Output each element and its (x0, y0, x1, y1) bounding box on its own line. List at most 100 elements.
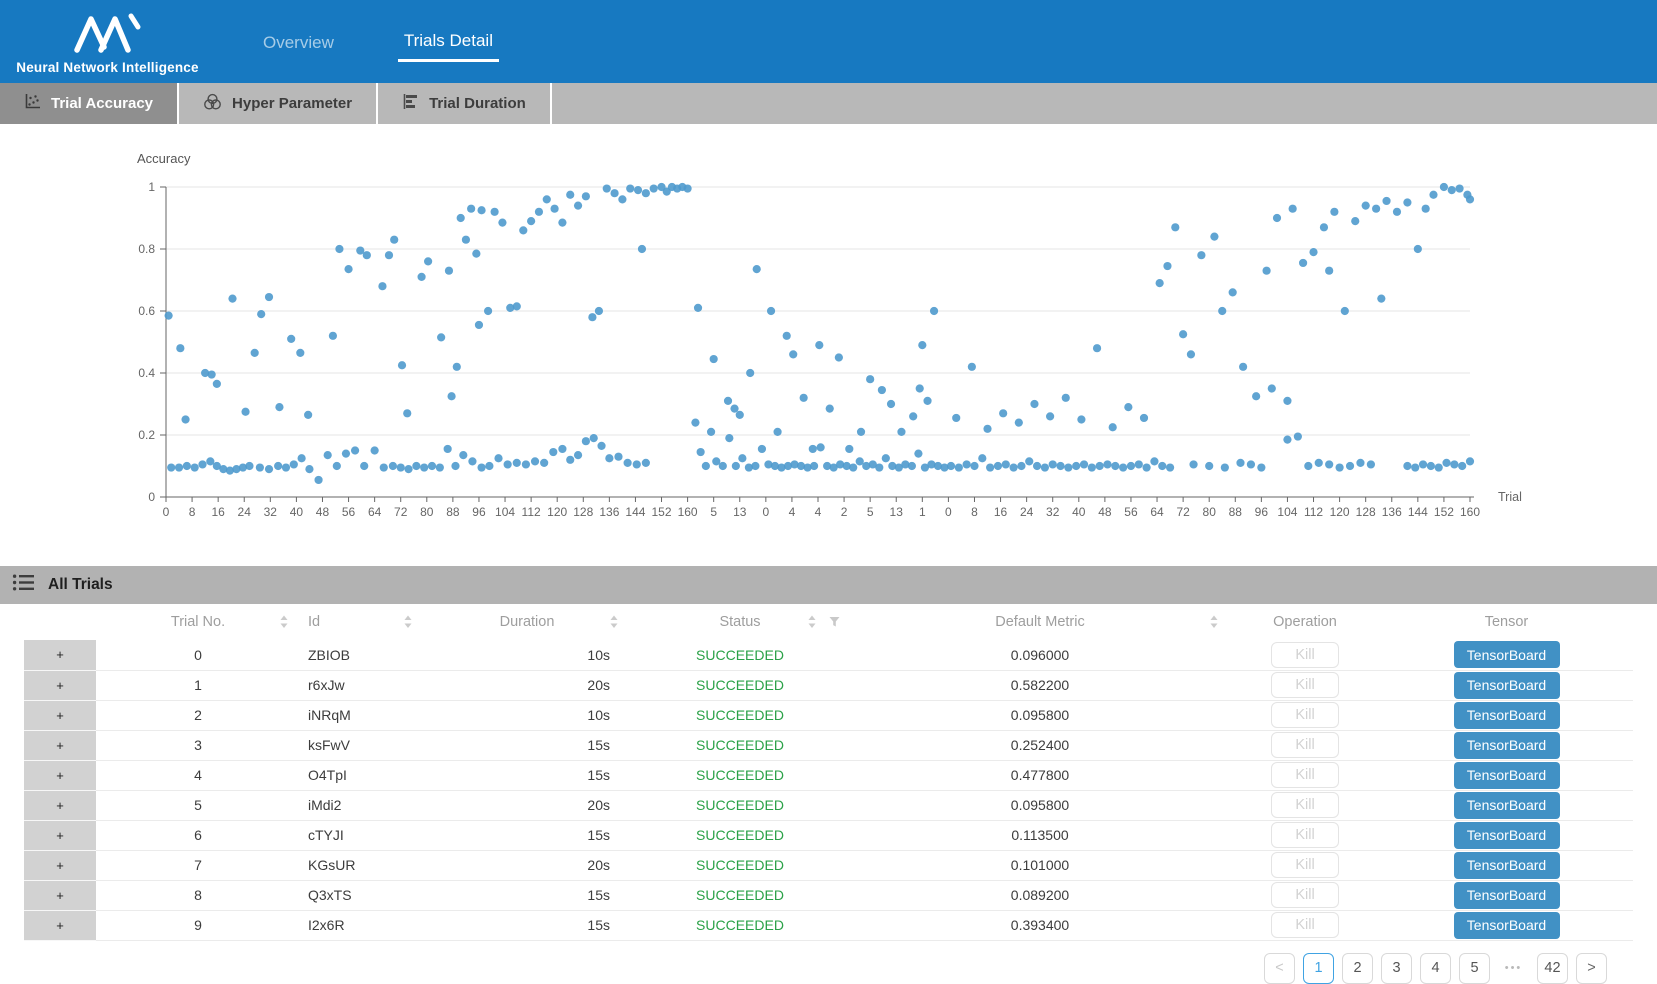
trial-accuracy-point[interactable] (1442, 459, 1450, 467)
trial-accuracy-point[interactable] (817, 443, 825, 451)
trial-accuracy-point[interactable] (725, 434, 733, 442)
trial-accuracy-point[interactable] (513, 302, 521, 310)
trial-accuracy-point[interactable] (691, 419, 699, 427)
trial-accuracy-point[interactable] (213, 380, 221, 388)
trial-accuracy-point[interactable] (1140, 414, 1148, 422)
trial-accuracy-point[interactable] (1325, 267, 1333, 275)
trial-accuracy-point[interactable] (845, 445, 853, 453)
trial-accuracy-point[interactable] (1109, 423, 1117, 431)
tensorboard-button[interactable]: TensorBoard (1454, 762, 1560, 789)
trial-accuracy-point[interactable] (167, 463, 175, 471)
col-id[interactable]: Id (300, 604, 424, 640)
pagination-page-42[interactable]: 42 (1537, 953, 1568, 984)
trial-accuracy-point[interactable] (1448, 186, 1456, 194)
trial-accuracy-point[interactable] (697, 448, 705, 456)
trial-accuracy-point[interactable] (684, 184, 692, 192)
pagination-page-3[interactable]: 3 (1381, 953, 1412, 984)
trial-accuracy-point[interactable] (475, 321, 483, 329)
sort-icon[interactable] (280, 616, 288, 629)
trial-accuracy-point[interactable] (618, 195, 626, 203)
trial-accuracy-point[interactable] (1056, 462, 1064, 470)
trial-accuracy-point[interactable] (445, 267, 453, 275)
trial-accuracy-point[interactable] (1088, 463, 1096, 471)
trial-accuracy-point[interactable] (540, 459, 548, 467)
tab-hyper-parameter[interactable]: Hyper Parameter (179, 83, 378, 124)
trial-accuracy-point[interactable] (437, 333, 445, 341)
trial-accuracy-point[interactable] (916, 384, 924, 392)
trial-accuracy-point[interactable] (360, 462, 368, 470)
expand-row-button[interactable]: + (24, 910, 96, 940)
trial-accuracy-point[interactable] (1033, 462, 1041, 470)
trial-accuracy-point[interactable] (751, 462, 759, 470)
trial-accuracy-point[interactable] (453, 363, 461, 371)
kill-button[interactable]: Kill (1271, 732, 1339, 758)
tensorboard-button[interactable]: TensorBoard (1454, 641, 1560, 668)
trial-accuracy-point[interactable] (329, 332, 337, 340)
trial-accuracy-point[interactable] (1171, 223, 1179, 231)
kill-button[interactable]: Kill (1271, 822, 1339, 848)
trial-accuracy-point[interactable] (642, 459, 650, 467)
expand-row-button[interactable]: + (24, 640, 96, 670)
trial-accuracy-point[interactable] (389, 462, 397, 470)
trial-accuracy-point[interactable] (835, 353, 843, 361)
trial-accuracy-point[interactable] (298, 454, 306, 462)
trial-accuracy-point[interactable] (1283, 436, 1291, 444)
trial-accuracy-point[interactable] (477, 463, 485, 471)
trial-accuracy-point[interactable] (1429, 191, 1437, 199)
col-status[interactable]: Status (630, 604, 850, 640)
trial-accuracy-point[interactable] (191, 463, 199, 471)
tensorboard-button[interactable]: TensorBoard (1454, 792, 1560, 819)
trial-accuracy-point[interactable] (1017, 462, 1025, 470)
trial-accuracy-point[interactable] (251, 349, 259, 357)
trial-accuracy-point[interactable] (1062, 394, 1070, 402)
trial-accuracy-point[interactable] (1346, 462, 1354, 470)
trial-accuracy-point[interactable] (208, 370, 216, 378)
trial-accuracy-point[interactable] (1229, 288, 1237, 296)
trial-accuracy-point[interactable] (296, 349, 304, 357)
filter-icon[interactable] (829, 617, 840, 628)
trial-accuracy-point[interactable] (866, 375, 874, 383)
trial-accuracy-point[interactable] (810, 462, 818, 470)
trial-accuracy-point[interactable] (451, 462, 459, 470)
trial-accuracy-point[interactable] (626, 184, 634, 192)
trial-accuracy-point[interactable] (257, 310, 265, 318)
trial-accuracy-point[interactable] (558, 445, 566, 453)
trial-accuracy-point[interactable] (1187, 350, 1195, 358)
trial-accuracy-point[interactable] (1440, 183, 1448, 191)
trial-accuracy-point[interactable] (707, 428, 715, 436)
trial-accuracy-point[interactable] (923, 397, 931, 405)
trial-accuracy-point[interactable] (462, 236, 470, 244)
trial-accuracy-point[interactable] (287, 335, 295, 343)
trial-accuracy-point[interactable] (1166, 463, 1174, 471)
trial-accuracy-point[interactable] (1103, 460, 1111, 468)
trial-accuracy-point[interactable] (1015, 419, 1023, 427)
trial-accuracy-point[interactable] (491, 208, 499, 216)
trial-accuracy-point[interactable] (970, 462, 978, 470)
trial-accuracy-point[interactable] (882, 454, 890, 462)
pagination-next-button[interactable]: > (1576, 953, 1607, 984)
col-default-metric[interactable]: Default Metric (850, 604, 1230, 640)
trial-accuracy-point[interactable] (245, 462, 253, 470)
trial-accuracy-point[interactable] (1325, 460, 1333, 468)
trial-accuracy-point[interactable] (1189, 460, 1197, 468)
kill-button[interactable]: Kill (1271, 882, 1339, 908)
trial-accuracy-point[interactable] (1119, 463, 1127, 471)
trial-accuracy-point[interactable] (773, 428, 781, 436)
trial-accuracy-point[interactable] (314, 476, 322, 484)
trial-accuracy-point[interactable] (1077, 415, 1085, 423)
trial-accuracy-point[interactable] (467, 205, 475, 213)
trial-accuracy-point[interactable] (887, 400, 895, 408)
trial-accuracy-point[interactable] (274, 462, 282, 470)
trial-accuracy-point[interactable] (963, 460, 971, 468)
trial-accuracy-point[interactable] (397, 463, 405, 471)
trial-accuracy-point[interactable] (1080, 460, 1088, 468)
trial-accuracy-point[interactable] (403, 409, 411, 417)
trial-accuracy-point[interactable] (1299, 259, 1307, 267)
trial-accuracy-point[interactable] (1257, 463, 1265, 471)
trial-accuracy-point[interactable] (1262, 267, 1270, 275)
trial-accuracy-point[interactable] (477, 206, 485, 214)
trial-accuracy-point[interactable] (978, 454, 986, 462)
trial-accuracy-point[interactable] (459, 451, 467, 459)
trial-accuracy-point[interactable] (642, 189, 650, 197)
tensorboard-button[interactable]: TensorBoard (1454, 852, 1560, 879)
